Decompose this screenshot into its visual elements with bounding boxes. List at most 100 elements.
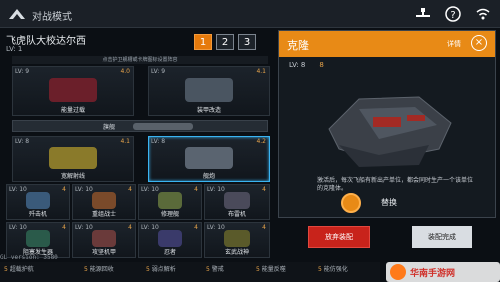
- detail-panel: 克隆 详情 × LV: 8 8 激活后，每次飞船有新出产单位，都会同时生产一个该单…: [278, 30, 496, 218]
- upgrade-slot[interactable]: LV: 9 4.1 装甲改造: [148, 66, 270, 116]
- ability-label: 弱点解析: [151, 266, 176, 273]
- card-level: LV: 10: [9, 186, 27, 193]
- slot-name: 舰炮: [202, 173, 215, 180]
- card-level: LV: 10: [207, 224, 225, 231]
- commander-level: LV: 1: [6, 45, 23, 53]
- ability-count: 5: [318, 266, 322, 273]
- ability-item[interactable]: 5 能仿强化: [318, 264, 348, 273]
- svg-text:?: ?: [450, 10, 455, 21]
- unit-card[interactable]: LV: 10 4 阻塞发生器: [6, 222, 70, 258]
- ability-count: 5: [206, 266, 210, 273]
- ray-icon: [49, 146, 97, 169]
- details-link[interactable]: 详情: [447, 39, 461, 49]
- detail-header: [279, 31, 495, 57]
- top-bar: 对战模式 ?: [0, 0, 500, 28]
- mech-icon: [91, 230, 117, 248]
- wifi-icon: [474, 5, 492, 23]
- card-name: 布雷机: [227, 211, 246, 218]
- repair-ship-icon: [157, 192, 183, 210]
- card-level: LV: 10: [9, 224, 27, 231]
- ability-label: 超载护航: [9, 266, 34, 273]
- unit-card[interactable]: LV: 10 4 攻坚机甲: [72, 222, 136, 258]
- card-level: LV: 10: [75, 186, 93, 193]
- detail-stars: 8: [319, 61, 324, 69]
- card-stars: 4: [262, 224, 266, 231]
- card-name: 忍者: [163, 249, 176, 256]
- done-button[interactable]: 装配完成: [412, 226, 472, 248]
- slot-stars: 4.1: [256, 68, 266, 75]
- detail-description: 激活后，每次飞船有新出产单位，都会同时生产一个该单位的克隆体。: [317, 177, 474, 192]
- card-stars: 4: [194, 224, 198, 231]
- upgrade-slot[interactable]: LV: 8 4.1 宽解射线: [12, 136, 134, 182]
- slot-name: 能量过载: [60, 107, 85, 114]
- ability-item[interactable]: 5 弱点解析: [146, 264, 176, 273]
- loadout-panel: 飞虎队大校达尔西 LV: 1 1 2 3 点击护卫舰槽或卡牌图标设置阵容 LV:…: [4, 30, 272, 280]
- ability-label: 能源回收: [89, 266, 114, 273]
- swap-label: 替换: [381, 198, 397, 207]
- ability-bar: 5 超载护航 5 能源回收 5 弱点解析 5 警戒 5 能量反噬 5 能仿强化: [0, 262, 380, 282]
- swap-icon: [341, 193, 361, 213]
- debug-text: GL version: 3580: [0, 254, 58, 261]
- clone-ship-image: [319, 79, 459, 173]
- card-level: LV: 10: [141, 186, 159, 193]
- watermark-text: 华南手游网: [410, 269, 456, 279]
- slot-name: 宽解射线: [60, 173, 85, 180]
- blocker-icon: [25, 230, 51, 248]
- card-level: LV: 10: [141, 224, 159, 231]
- card-name: 修理舰: [160, 211, 179, 218]
- preset-tabs: 1 2 3: [194, 34, 256, 50]
- war-god-icon: [224, 230, 250, 248]
- card-name: 攻坚机甲: [91, 249, 116, 256]
- watermark: 华南手游网: [386, 262, 500, 282]
- ability-label: 能仿强化: [323, 266, 348, 273]
- slot-level: LV: 8: [15, 138, 30, 145]
- slot-stars: 4.2: [256, 138, 266, 145]
- ship-icon: [49, 77, 97, 102]
- swap-button[interactable]: 替换: [341, 193, 481, 213]
- unit-card[interactable]: LV: 10 4 忍者: [138, 222, 202, 258]
- slot-level: LV: 8: [151, 138, 166, 145]
- help-icon[interactable]: ?: [444, 5, 462, 23]
- upgrade-slot-selected[interactable]: LV: 8 4.2 舰炮: [148, 136, 270, 182]
- detail-title: 克隆: [287, 39, 309, 52]
- card-name: 玄武战神: [224, 249, 249, 256]
- flagship-icon: [133, 123, 193, 130]
- slot-level: LV: 9: [151, 68, 166, 75]
- satellite-icon[interactable]: [414, 5, 432, 23]
- unit-card[interactable]: LV: 10 4 修理舰: [138, 184, 202, 220]
- ability-count: 5: [4, 266, 8, 273]
- warrior-icon: [91, 192, 117, 210]
- ability-item[interactable]: 5 警戒: [206, 264, 224, 273]
- card-stars: 4: [62, 186, 66, 193]
- back-logo-icon[interactable]: [8, 6, 26, 20]
- watermark-logo-icon: [390, 264, 406, 280]
- preset-tab-2[interactable]: 2: [216, 34, 234, 50]
- card-level: LV: 10: [207, 186, 225, 193]
- card-stars: 4: [262, 186, 266, 193]
- slot-stars: 4.0: [120, 68, 130, 75]
- ability-count: 5: [84, 266, 88, 273]
- unit-card[interactable]: LV: 10 4 玄武战神: [204, 222, 270, 258]
- detail-level: LV: 8: [289, 61, 306, 69]
- unit-card[interactable]: LV: 10 4 重组战士: [72, 184, 136, 220]
- close-icon[interactable]: ×: [471, 35, 487, 51]
- slot-name: 装甲改造: [196, 107, 221, 114]
- card-stars: 4: [62, 224, 66, 231]
- ability-count: 5: [256, 266, 260, 273]
- ability-item[interactable]: 5 能量反噬: [256, 264, 286, 273]
- unit-card[interactable]: LV: 10 4 歼击机: [6, 184, 70, 220]
- unit-card[interactable]: LV: 10 4 布雷机: [204, 184, 270, 220]
- preset-tab-1[interactable]: 1: [194, 34, 212, 50]
- card-stars: 4: [128, 186, 132, 193]
- flagship-label: 旗舰: [103, 124, 116, 131]
- page-title: 对战模式: [32, 12, 72, 23]
- cannon-icon: [185, 146, 233, 169]
- ninja-icon: [157, 230, 183, 248]
- ability-item[interactable]: 5 能源回收: [84, 264, 114, 273]
- loadout-hint: 点击护卫舰槽或卡牌图标设置阵容: [12, 56, 268, 64]
- upgrade-slot[interactable]: LV: 9 4.0 能量过载: [12, 66, 134, 116]
- ability-item[interactable]: 5 超载护航: [4, 264, 34, 273]
- abandon-button[interactable]: 放弃装配: [308, 226, 370, 248]
- card-name: 歼击机: [28, 211, 47, 218]
- preset-tab-3[interactable]: 3: [238, 34, 256, 50]
